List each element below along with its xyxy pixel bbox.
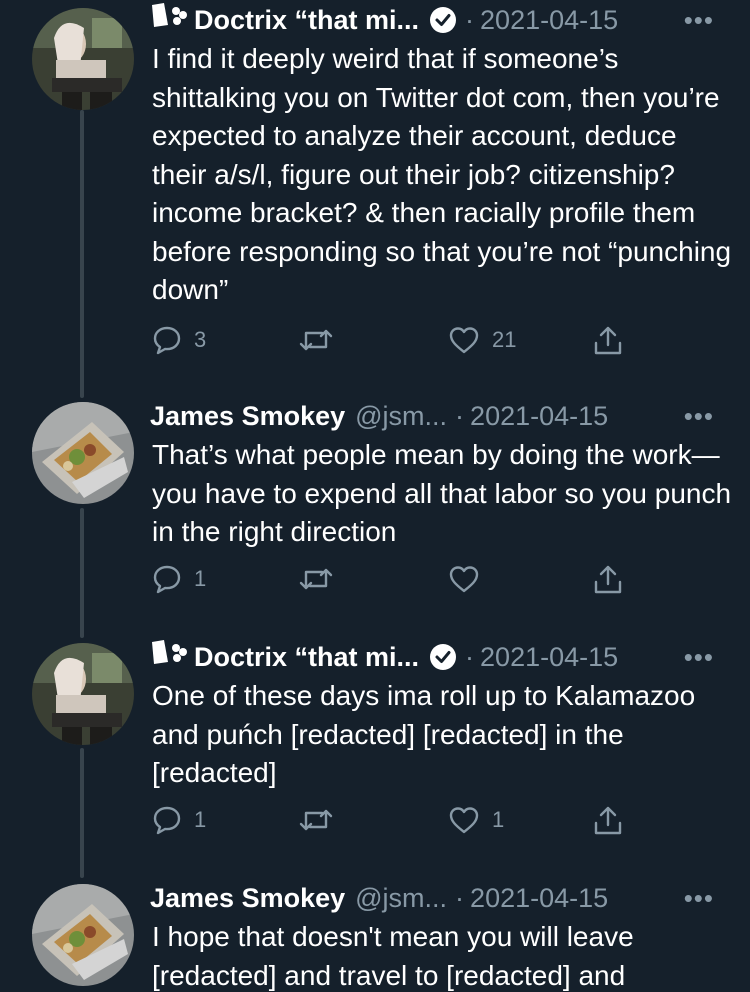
clown-emoji-icon (150, 638, 190, 677)
tweet[interactable]: Doctrix “that mi... · 2021-04-15 ••• One… (0, 637, 750, 877)
tweet-text: I find it deeply weird that if someone’s… (152, 43, 732, 305)
display-name[interactable]: James Smokey (150, 880, 345, 916)
date-separator: · (465, 642, 475, 672)
display-name[interactable]: James Smokey (150, 398, 345, 434)
avatar[interactable] (32, 643, 134, 745)
date-separator: · (465, 5, 475, 35)
more-options-icon[interactable]: ••• (684, 639, 714, 675)
tweet-actions: 1 1 (152, 805, 632, 841)
like-button[interactable] (448, 564, 492, 594)
more-options-icon[interactable]: ••• (684, 398, 714, 434)
user-handle[interactable]: @jsm... (355, 880, 447, 916)
reply-count: 3 (194, 327, 207, 352)
tweet[interactable]: James Smokey @jsm... · 2021-04-15 ••• Th… (0, 396, 750, 636)
date-separator: · (455, 401, 465, 431)
like-count: 1 (492, 807, 505, 832)
display-name[interactable]: Doctrix “that mi... (194, 2, 419, 38)
tweet[interactable]: James Smokey @jsm... · 2021-04-15 ••• I … (0, 878, 750, 992)
avatar[interactable] (32, 8, 134, 110)
date-separator: · (455, 883, 465, 913)
retweet-icon (299, 809, 333, 831)
retweet-button[interactable] (298, 325, 334, 355)
verified-badge-icon (429, 6, 457, 34)
tweet-text: I hope that doesn't mean you will leave … (152, 921, 634, 991)
share-icon (594, 326, 622, 355)
clown-emoji-icon (150, 1, 190, 40)
reply-count: 1 (194, 807, 207, 832)
tweet-text: One of these days ima roll up to Kalamaz… (152, 680, 696, 788)
share-button[interactable] (592, 564, 624, 596)
retweet-button[interactable] (298, 564, 334, 594)
tweet-header: James Smokey @jsm... · 2021-04-15 ••• (150, 398, 713, 434)
user-handle[interactable]: @jsm... (355, 398, 447, 434)
share-button[interactable] (592, 325, 624, 357)
share-button[interactable] (592, 805, 624, 837)
tweet-date[interactable]: 2021-04-15 (480, 639, 618, 675)
share-icon (594, 806, 622, 835)
tweet-actions: 3 21 (152, 325, 632, 361)
tweet-date[interactable]: 2021-04-15 (480, 2, 618, 38)
reply-button[interactable]: 3 (152, 325, 206, 355)
tweet-date[interactable]: 2021-04-15 (470, 880, 608, 916)
verified-badge-icon (429, 643, 457, 671)
like-button[interactable]: 1 (448, 805, 504, 835)
more-options-icon[interactable]: ••• (684, 880, 714, 916)
reply-button[interactable]: 1 (152, 564, 206, 594)
avatar[interactable] (32, 402, 134, 504)
retweet-icon (299, 568, 333, 590)
tweet-text: That’s what people mean by doing the wor… (152, 439, 732, 547)
tweet-actions: 1 (152, 564, 632, 600)
tweet-header: Doctrix “that mi... · 2021-04-15 ••• (150, 638, 713, 677)
retweet-button[interactable] (298, 805, 334, 835)
like-button[interactable]: 21 (448, 325, 516, 355)
reply-icon (153, 565, 181, 594)
tweet-header: Doctrix “that mi... · 2021-04-15 ••• (150, 1, 713, 40)
reply-icon (153, 326, 181, 355)
tweet-date[interactable]: 2021-04-15 (470, 398, 608, 434)
tweet[interactable]: Doctrix “that mi... · 2021-04-15 ••• I f… (0, 0, 750, 395)
avatar[interactable] (32, 884, 134, 986)
tweet-header: James Smokey @jsm... · 2021-04-15 ••• (150, 880, 713, 916)
display-name[interactable]: Doctrix “that mi... (194, 639, 419, 675)
reply-count: 1 (194, 566, 207, 591)
share-icon (594, 565, 622, 594)
retweet-icon (299, 329, 333, 351)
heart-icon (449, 807, 479, 834)
reply-icon (153, 806, 181, 835)
heart-icon (449, 566, 479, 593)
heart-icon (449, 327, 479, 354)
reply-button[interactable]: 1 (152, 805, 206, 835)
like-count: 21 (492, 327, 517, 352)
more-options-icon[interactable]: ••• (684, 2, 714, 38)
